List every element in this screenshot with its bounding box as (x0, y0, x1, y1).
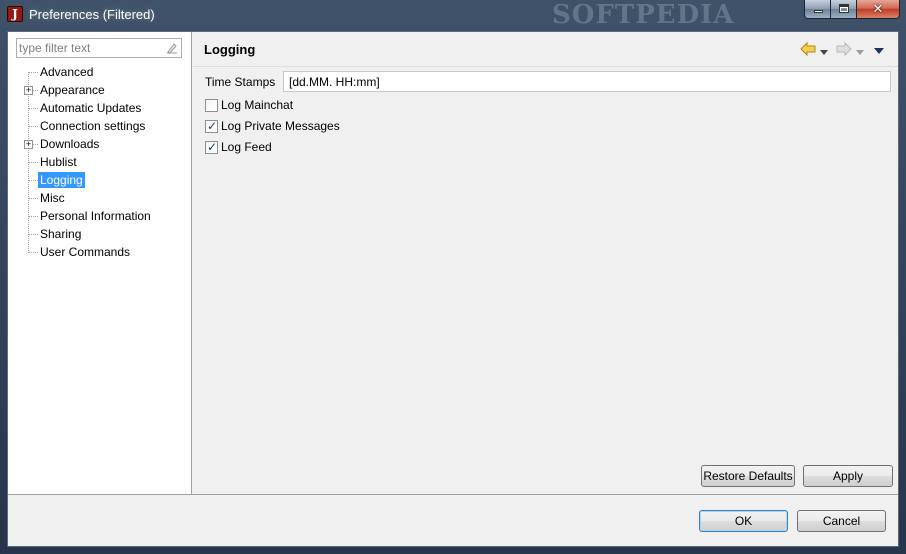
restore-defaults-button[interactable]: Restore Defaults (701, 465, 795, 487)
window-controls: ✕ (804, 0, 900, 20)
clear-filter-icon[interactable] (166, 42, 178, 54)
tree-item-label: Connection settings (40, 119, 146, 133)
close-button[interactable]: ✕ (857, 0, 900, 19)
maximize-button[interactable] (831, 0, 857, 19)
window-title: Preferences (Filtered) (29, 7, 155, 22)
app-icon: J (7, 6, 23, 22)
tree-item-label: Logging (38, 172, 85, 188)
tree-item-sharing[interactable]: Sharing (8, 225, 192, 243)
checkmark-icon: ✓ (207, 140, 218, 154)
tree-item-label: Misc (40, 191, 65, 205)
tree-item-personal-information[interactable]: Personal Information (8, 207, 192, 225)
softpedia-watermark: SOFTPEDIA (552, 0, 735, 30)
tree-item-automatic-updates[interactable]: Automatic Updates (8, 99, 192, 117)
log-feed-checkbox[interactable]: ✓ (205, 140, 218, 154)
close-icon: ✕ (872, 1, 884, 16)
expand-plus-icon[interactable]: + (24, 86, 33, 95)
log-feed-label: Log Feed (221, 140, 272, 154)
time-stamps-label: Time Stamps (205, 75, 276, 89)
back-menu-chevron-down-icon[interactable] (820, 45, 828, 59)
log-mainchat-label: Log Mainchat (221, 98, 294, 112)
tree-item-appearance[interactable]: + Appearance (8, 81, 192, 99)
page-navigation (800, 41, 890, 57)
filter-input[interactable] (19, 40, 159, 56)
ok-button[interactable]: OK (699, 510, 788, 532)
expand-plus-icon[interactable]: + (24, 140, 33, 149)
tree-item-label: User Commands (40, 245, 131, 259)
forward-arrow-icon[interactable] (836, 41, 852, 60)
log-private-messages-label: Log Private Messages (221, 119, 340, 133)
checkmark-icon: ✓ (207, 119, 218, 133)
preferences-tree-pane: Advanced + Appearance Automatic Updates … (8, 32, 192, 494)
tree-item-label: Automatic Updates (40, 101, 142, 115)
minimize-icon (814, 10, 823, 13)
view-menu-chevron-down-icon[interactable] (874, 44, 884, 58)
time-stamps-input[interactable] (283, 71, 891, 92)
header-divider (193, 66, 898, 67)
tree-item-advanced[interactable]: Advanced (8, 63, 192, 81)
tree-item-user-commands[interactable]: User Commands (8, 243, 192, 261)
tree-item-connection-settings[interactable]: Connection settings (8, 117, 192, 135)
log-private-messages-checkbox[interactable]: ✓ (205, 119, 218, 133)
tree-item-label: Advanced (40, 65, 94, 79)
tree-item-label: Downloads (40, 137, 100, 151)
tree-item-label: Personal Information (40, 209, 151, 223)
tree-item-label: Appearance (40, 83, 105, 97)
minimize-button[interactable] (804, 0, 831, 19)
footer-divider (8, 494, 898, 495)
apply-button[interactable]: Apply (803, 465, 893, 487)
back-arrow-icon[interactable] (800, 41, 816, 60)
dialog-client-area: Advanced + Appearance Automatic Updates … (7, 31, 899, 547)
tree-item-label: Hublist (40, 155, 77, 169)
preferences-window: J Preferences (Filtered) SOFTPEDIA ✕ typ… (0, 0, 906, 554)
cancel-button[interactable]: Cancel (797, 510, 886, 532)
preference-page: Logging Time Stamps [dd.MM. HH:mm] Log M… (193, 32, 898, 494)
tree-item-downloads[interactable]: + Downloads (8, 135, 192, 153)
title-bar[interactable]: J Preferences (Filtered) SOFTPEDIA ✕ (0, 0, 906, 30)
filter-box (16, 38, 182, 58)
tree-item-logging[interactable]: Logging (8, 171, 192, 189)
forward-menu-chevron-down-icon[interactable] (856, 45, 864, 59)
page-title: Logging (204, 42, 256, 57)
tree-item-misc[interactable]: Misc (8, 189, 192, 207)
tree-item-hublist[interactable]: Hublist (8, 153, 192, 171)
tree-item-label: Sharing (40, 227, 82, 241)
log-mainchat-checkbox[interactable] (205, 99, 218, 112)
maximize-icon (839, 4, 849, 13)
